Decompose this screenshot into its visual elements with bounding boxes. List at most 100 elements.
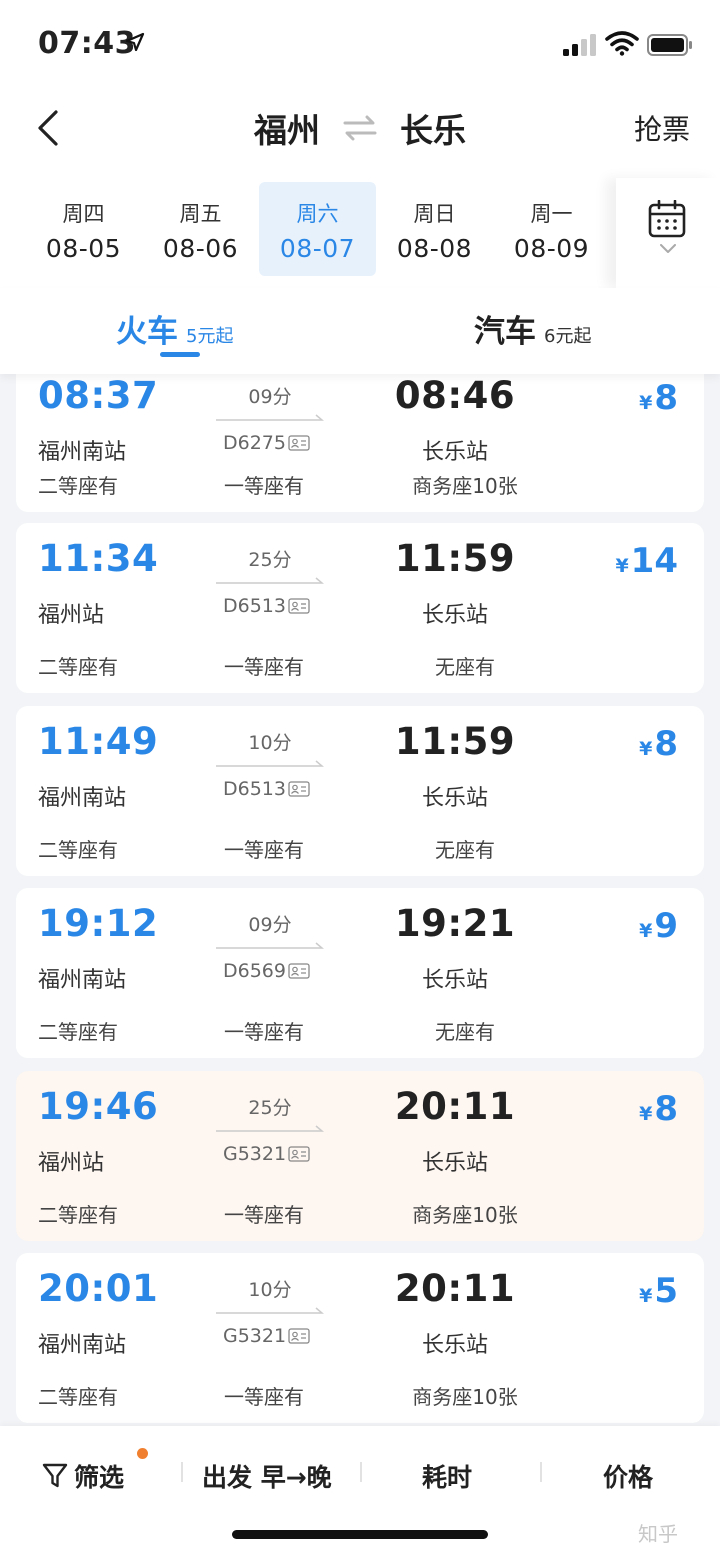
ticket-price: ¥8: [639, 724, 678, 764]
transport-mode-tabs: 火车 5元起 汽车 6元起: [0, 288, 720, 374]
seat-availability: 二等座有: [38, 1385, 118, 1409]
trip-duration: 10分: [248, 732, 292, 754]
price-amount: 5: [654, 1271, 678, 1311]
trip-duration: 25分: [248, 549, 292, 571]
ticket-price: ¥8: [639, 1089, 678, 1129]
seat-availability: 商务座10张: [412, 1203, 518, 1227]
price-amount: 8: [654, 1089, 678, 1129]
tab-train-label: 火车: [116, 314, 178, 350]
train-number: G5321: [223, 1325, 310, 1347]
departure-station: 福州南站: [38, 786, 127, 811]
sort-duration-button[interactable]: 耗时: [422, 1458, 472, 1494]
date-tab-3[interactable]: 周日 08-08: [376, 182, 493, 276]
arrival-station: 长乐站: [421, 968, 488, 993]
departure-station: 福州南站: [38, 968, 127, 993]
tab-train-price: 5元起: [186, 326, 234, 347]
date-selector: 周四 08-05 周五 08-06 周六 08-07 周日 08-08 周一 0…: [0, 178, 720, 288]
arrival-time: 11:59: [394, 720, 516, 763]
status-bar: 07:43: [0, 0, 720, 88]
price-amount: 9: [654, 906, 678, 946]
arrival-time: 20:11: [394, 1267, 516, 1310]
sort-price-button[interactable]: 价格: [603, 1458, 653, 1494]
seat-availability: 无座有: [435, 655, 495, 679]
chevron-down-icon: [660, 244, 676, 253]
train-card-0[interactable]: 08:37 福州南站 09分 D6275 08:46 长乐站 ¥8 二等座有 一…: [16, 374, 704, 512]
seat-availability: 无座有: [435, 838, 495, 862]
active-tab-underline: [160, 352, 200, 357]
calendar-button[interactable]: [616, 178, 720, 288]
departure-time: 19:46: [38, 1085, 159, 1128]
route-arrow-icon: [216, 1125, 324, 1132]
arrival-station: 长乐站: [421, 603, 488, 628]
seat-availability: 一等座有: [224, 655, 304, 679]
date-tab-0[interactable]: 周四 08-05: [25, 182, 142, 276]
sort-departure-button[interactable]: 出发 早→晚: [202, 1458, 332, 1494]
departure-station: 福州南站: [38, 440, 127, 465]
filter-label: 筛选: [74, 1463, 125, 1492]
train-number: G5321: [223, 1143, 310, 1165]
date-tab-2-selected[interactable]: 周六 08-07: [259, 182, 376, 276]
date-tab-4[interactable]: 周一 08-09: [493, 182, 610, 276]
divider: [540, 1462, 542, 1482]
currency-symbol: ¥: [615, 555, 629, 577]
departure-time: 20:01: [38, 1267, 159, 1310]
train-number-text: D6513: [223, 595, 286, 617]
tab-bus[interactable]: 汽车 6元起: [474, 306, 591, 351]
origin-city[interactable]: 福州: [254, 104, 320, 152]
train-number-text: D6275: [223, 432, 286, 454]
filter-active-dot: [137, 1448, 148, 1459]
tab-bus-price: 6元起: [544, 326, 592, 347]
seat-availability: 商务座10张: [412, 1385, 518, 1409]
location-arrow-icon: [125, 32, 145, 52]
divider: [360, 1462, 362, 1482]
train-number: D6275: [223, 432, 310, 454]
date-tab-1[interactable]: 周五 08-06: [142, 182, 259, 276]
ticket-price: ¥8: [639, 378, 678, 418]
seat-availability: 二等座有: [38, 1203, 118, 1227]
filter-icon: [42, 1463, 68, 1488]
currency-symbol: ¥: [639, 1103, 653, 1125]
trip-duration: 09分: [248, 914, 292, 936]
watermark: 知乎: [638, 1522, 678, 1546]
currency-symbol: ¥: [639, 920, 653, 942]
seat-availability: 二等座有: [38, 1020, 118, 1044]
trip-duration: 10分: [248, 1279, 292, 1301]
route-arrow-icon: [216, 414, 324, 421]
train-list: 08:37 福州南站 09分 D6275 08:46 长乐站 ¥8 二等座有 一…: [0, 374, 720, 1426]
train-number-text: D6513: [223, 778, 286, 800]
date-day: 08-07: [279, 234, 356, 263]
train-number: D6513: [223, 778, 310, 800]
sort-bar: 筛选 出发 早→晚 耗时 价格: [0, 1426, 720, 1559]
departure-time: 08:37: [38, 374, 159, 417]
tab-train[interactable]: 火车 5元起: [116, 306, 233, 351]
sort-duration-label: 耗时: [422, 1463, 473, 1492]
destination-city[interactable]: 长乐: [400, 104, 466, 152]
id-card-icon: [288, 781, 310, 797]
arrival-time: 08:46: [394, 374, 516, 417]
departure-time: 19:12: [38, 902, 159, 945]
train-card-1[interactable]: 11:34 福州站 25分 D6513 11:59 长乐站 ¥14 二等座有 一…: [16, 523, 704, 693]
arrival-time: 19:21: [394, 902, 516, 945]
train-number: D6569: [223, 960, 310, 982]
train-card-2[interactable]: 11:49 福州南站 10分 D6513 11:59 长乐站 ¥8 二等座有 一…: [16, 706, 704, 876]
battery-icon: [647, 34, 692, 56]
filter-button[interactable]: 筛选: [42, 1458, 124, 1494]
train-card-5[interactable]: 20:01 福州南站 10分 G5321 20:11 长乐站 ¥5 二等座有 一…: [16, 1253, 704, 1423]
home-indicator[interactable]: [232, 1530, 488, 1539]
date-day: 08-09: [513, 234, 590, 263]
route-arrow-icon: [216, 942, 324, 949]
date-day: 08-06: [162, 234, 239, 263]
price-amount: 14: [630, 541, 678, 581]
date-weekday: 周六: [296, 202, 339, 226]
id-card-icon: [288, 435, 310, 451]
train-card-3[interactable]: 19:12 福州南站 09分 D6569 19:21 长乐站 ¥9 二等座有 一…: [16, 888, 704, 1058]
seat-availability: 商务座10张: [412, 474, 518, 498]
grab-ticket-button[interactable]: 抢票: [634, 108, 690, 148]
arrival-station: 长乐站: [421, 786, 488, 811]
departure-time: 11:49: [38, 720, 159, 763]
price-amount: 8: [654, 378, 678, 418]
seat-availability: 二等座有: [38, 474, 118, 498]
train-card-4[interactable]: 19:46 福州站 25分 G5321 20:11 长乐站 ¥8 二等座有 一等…: [16, 1071, 704, 1241]
swap-icon[interactable]: [342, 115, 378, 141]
seat-availability: 一等座有: [224, 1020, 304, 1044]
